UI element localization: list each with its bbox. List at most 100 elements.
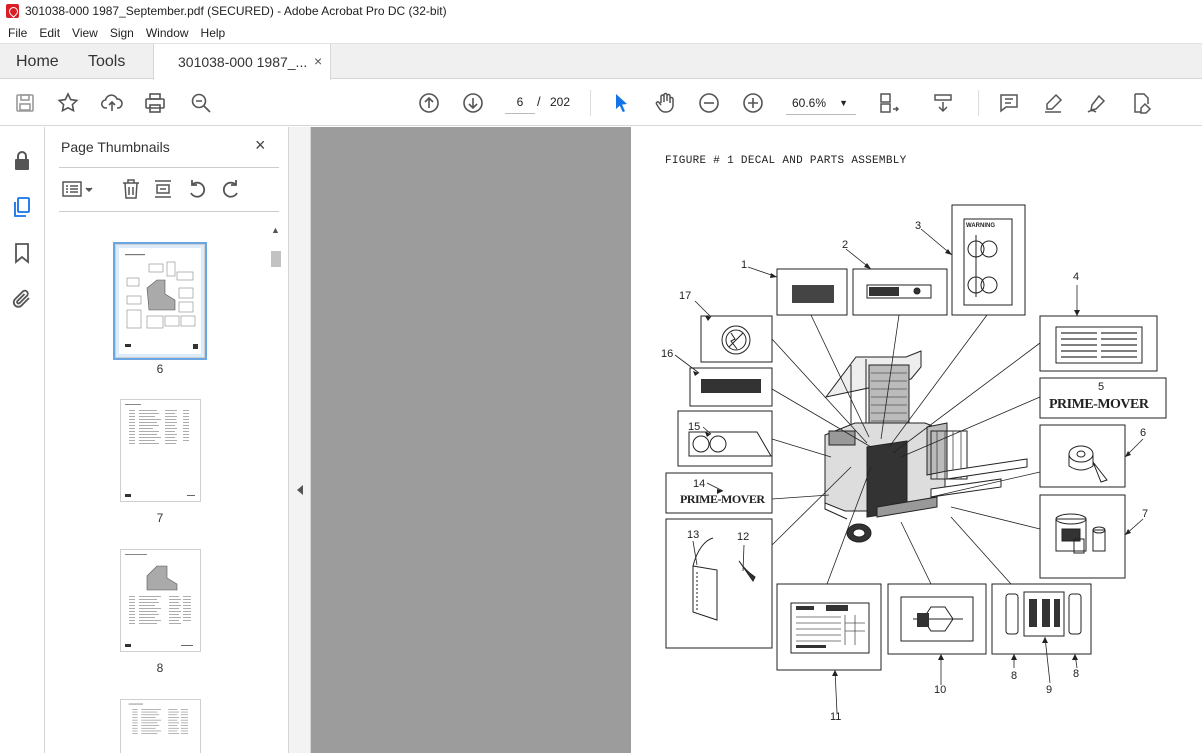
callout-13: 13 <box>687 529 700 541</box>
page-total: 202 <box>550 95 571 109</box>
toolbar-divider <box>978 90 979 116</box>
callout-2: 2 <box>842 239 849 251</box>
zoom-out-icon[interactable] <box>696 90 722 116</box>
callout-12: 12 <box>737 531 750 543</box>
callout-3: 3 <box>915 220 922 232</box>
panel-divider <box>59 211 279 212</box>
decal-12-13-box <box>665 518 773 649</box>
extract-page-icon[interactable] <box>151 177 175 201</box>
menu-sign[interactable]: Sign <box>104 26 140 40</box>
tab-document-label: 301038-000 1987_... <box>178 54 308 70</box>
rotate-right-icon[interactable] <box>219 177 243 201</box>
callout-8-left: 8 <box>1011 670 1018 682</box>
thumbnail-page-label: 7 <box>156 511 164 525</box>
tab-home[interactable]: Home <box>16 53 59 71</box>
page-thumbnail-image <box>125 554 193 647</box>
panel-title: Page Thumbnails <box>61 139 170 155</box>
comment-icon[interactable] <box>996 90 1022 116</box>
page-separator: / <box>537 94 541 109</box>
menu-window[interactable]: Window <box>140 26 195 40</box>
callout-14: 14 <box>693 478 706 490</box>
callout-5: 5 <box>1098 381 1105 393</box>
rotate-left-icon[interactable] <box>185 177 209 201</box>
acrobat-pdf-icon <box>6 4 19 18</box>
callout-16: 16 <box>661 348 674 360</box>
decal-7-box <box>1039 494 1126 579</box>
main-toolbar: 6 / 202 60.6% ▼ <box>0 80 1202 126</box>
hand-icon[interactable] <box>652 90 678 116</box>
page-thumbnails-icon[interactable] <box>10 195 34 219</box>
left-rail <box>0 127 45 753</box>
thumbnail-page-label: 8 <box>156 661 164 675</box>
callout-11: 11 <box>830 711 842 723</box>
callout-17: 17 <box>679 290 692 302</box>
page-thumbnail-image <box>125 404 195 497</box>
highlight-pen-icon[interactable] <box>1040 90 1066 116</box>
lock-icon[interactable] <box>10 149 34 173</box>
page-thumbnail-image <box>128 703 189 735</box>
chevron-down-icon: ▼ <box>839 98 848 108</box>
arrow-up-circle-icon[interactable] <box>416 90 442 116</box>
zoom-in-icon[interactable] <box>740 90 766 116</box>
page-thumbnail-image <box>119 248 201 354</box>
tab-document[interactable]: 301038-000 1987_... × <box>153 44 331 80</box>
menu-view[interactable]: View <box>66 26 104 40</box>
callout-6: 6 <box>1140 427 1147 439</box>
scrollbar-thumb[interactable] <box>271 251 281 267</box>
menu-edit[interactable]: Edit <box>33 26 66 40</box>
magnify-minus-icon[interactable] <box>188 90 214 116</box>
document-viewer[interactable]: FIGURE # 1 DECAL AND PARTS ASSEMBLY PRIM… <box>311 127 1202 753</box>
delete-page-icon[interactable] <box>119 177 143 201</box>
pointer-icon[interactable] <box>608 90 634 116</box>
prime-mover-decal-14: PRIME-MOVER <box>680 492 765 506</box>
save-icon[interactable] <box>12 90 38 116</box>
callout-4: 4 <box>1073 271 1080 283</box>
decal-6-box <box>1039 424 1126 488</box>
callout-10: 10 <box>934 684 947 696</box>
title-bar: 301038-000 1987_September.pdf (SECURED) … <box>0 0 1202 22</box>
menu-file[interactable]: File <box>2 26 33 40</box>
upload-icon[interactable] <box>99 90 125 116</box>
callout-9: 9 <box>1046 684 1053 696</box>
callout-8-right: 8 <box>1073 668 1080 680</box>
edit-pdf-icon[interactable] <box>1128 90 1154 116</box>
close-panel-icon[interactable]: × <box>255 135 266 156</box>
decal-15-box <box>677 410 773 467</box>
decal-11-box <box>776 583 882 671</box>
collapse-panel-icon[interactable] <box>297 485 303 495</box>
page-thumbnails-panel: Page Thumbnails × ▲ 6 7 8 <box>45 127 289 753</box>
print-icon[interactable] <box>142 90 168 116</box>
tab-bar: Home Tools 301038-000 1987_... × <box>0 43 1202 80</box>
window-title: 301038-000 1987_September.pdf (SECURED) … <box>25 4 447 18</box>
star-icon[interactable] <box>55 90 81 116</box>
callout-1: 1 <box>741 259 748 271</box>
thumbnail-page-label: 6 <box>156 362 164 376</box>
scroll-mode-icon[interactable] <box>930 90 956 116</box>
thumbnail-options-icon[interactable] <box>61 177 95 201</box>
decal-3-box <box>951 204 1026 316</box>
menu-bar: File Edit View Sign Window Help <box>0 22 1202 43</box>
toolbar-divider <box>590 90 591 116</box>
page-thumbnail[interactable] <box>120 399 201 502</box>
attachment-icon[interactable] <box>10 287 34 311</box>
callout-7: 7 <box>1142 508 1149 520</box>
arrow-down-circle-icon[interactable] <box>460 90 486 116</box>
page-thumbnail[interactable] <box>120 699 201 753</box>
close-tab-icon[interactable]: × <box>314 53 322 69</box>
callout-15: 15 <box>688 421 701 433</box>
warning-decal-text: WARNING <box>966 223 995 229</box>
page-number-input[interactable]: 6 <box>505 90 535 114</box>
panel-divider <box>59 167 279 168</box>
bookmark-icon[interactable] <box>10 241 34 265</box>
sign-pen-icon[interactable] <box>1084 90 1110 116</box>
fit-page-icon[interactable] <box>876 90 902 116</box>
tab-tools[interactable]: Tools <box>88 53 125 71</box>
scroll-up-icon[interactable]: ▲ <box>271 225 280 235</box>
menu-help[interactable]: Help <box>195 26 232 40</box>
zoom-level-dropdown[interactable]: 60.6% ▼ <box>786 91 856 115</box>
thumbnail-scrollbar[interactable]: ▲ <box>269 223 283 753</box>
panel-splitter[interactable] <box>289 127 311 753</box>
page-thumbnail[interactable] <box>113 242 207 360</box>
thumbnail-toolbar <box>59 177 279 203</box>
page-thumbnail[interactable] <box>120 549 201 652</box>
